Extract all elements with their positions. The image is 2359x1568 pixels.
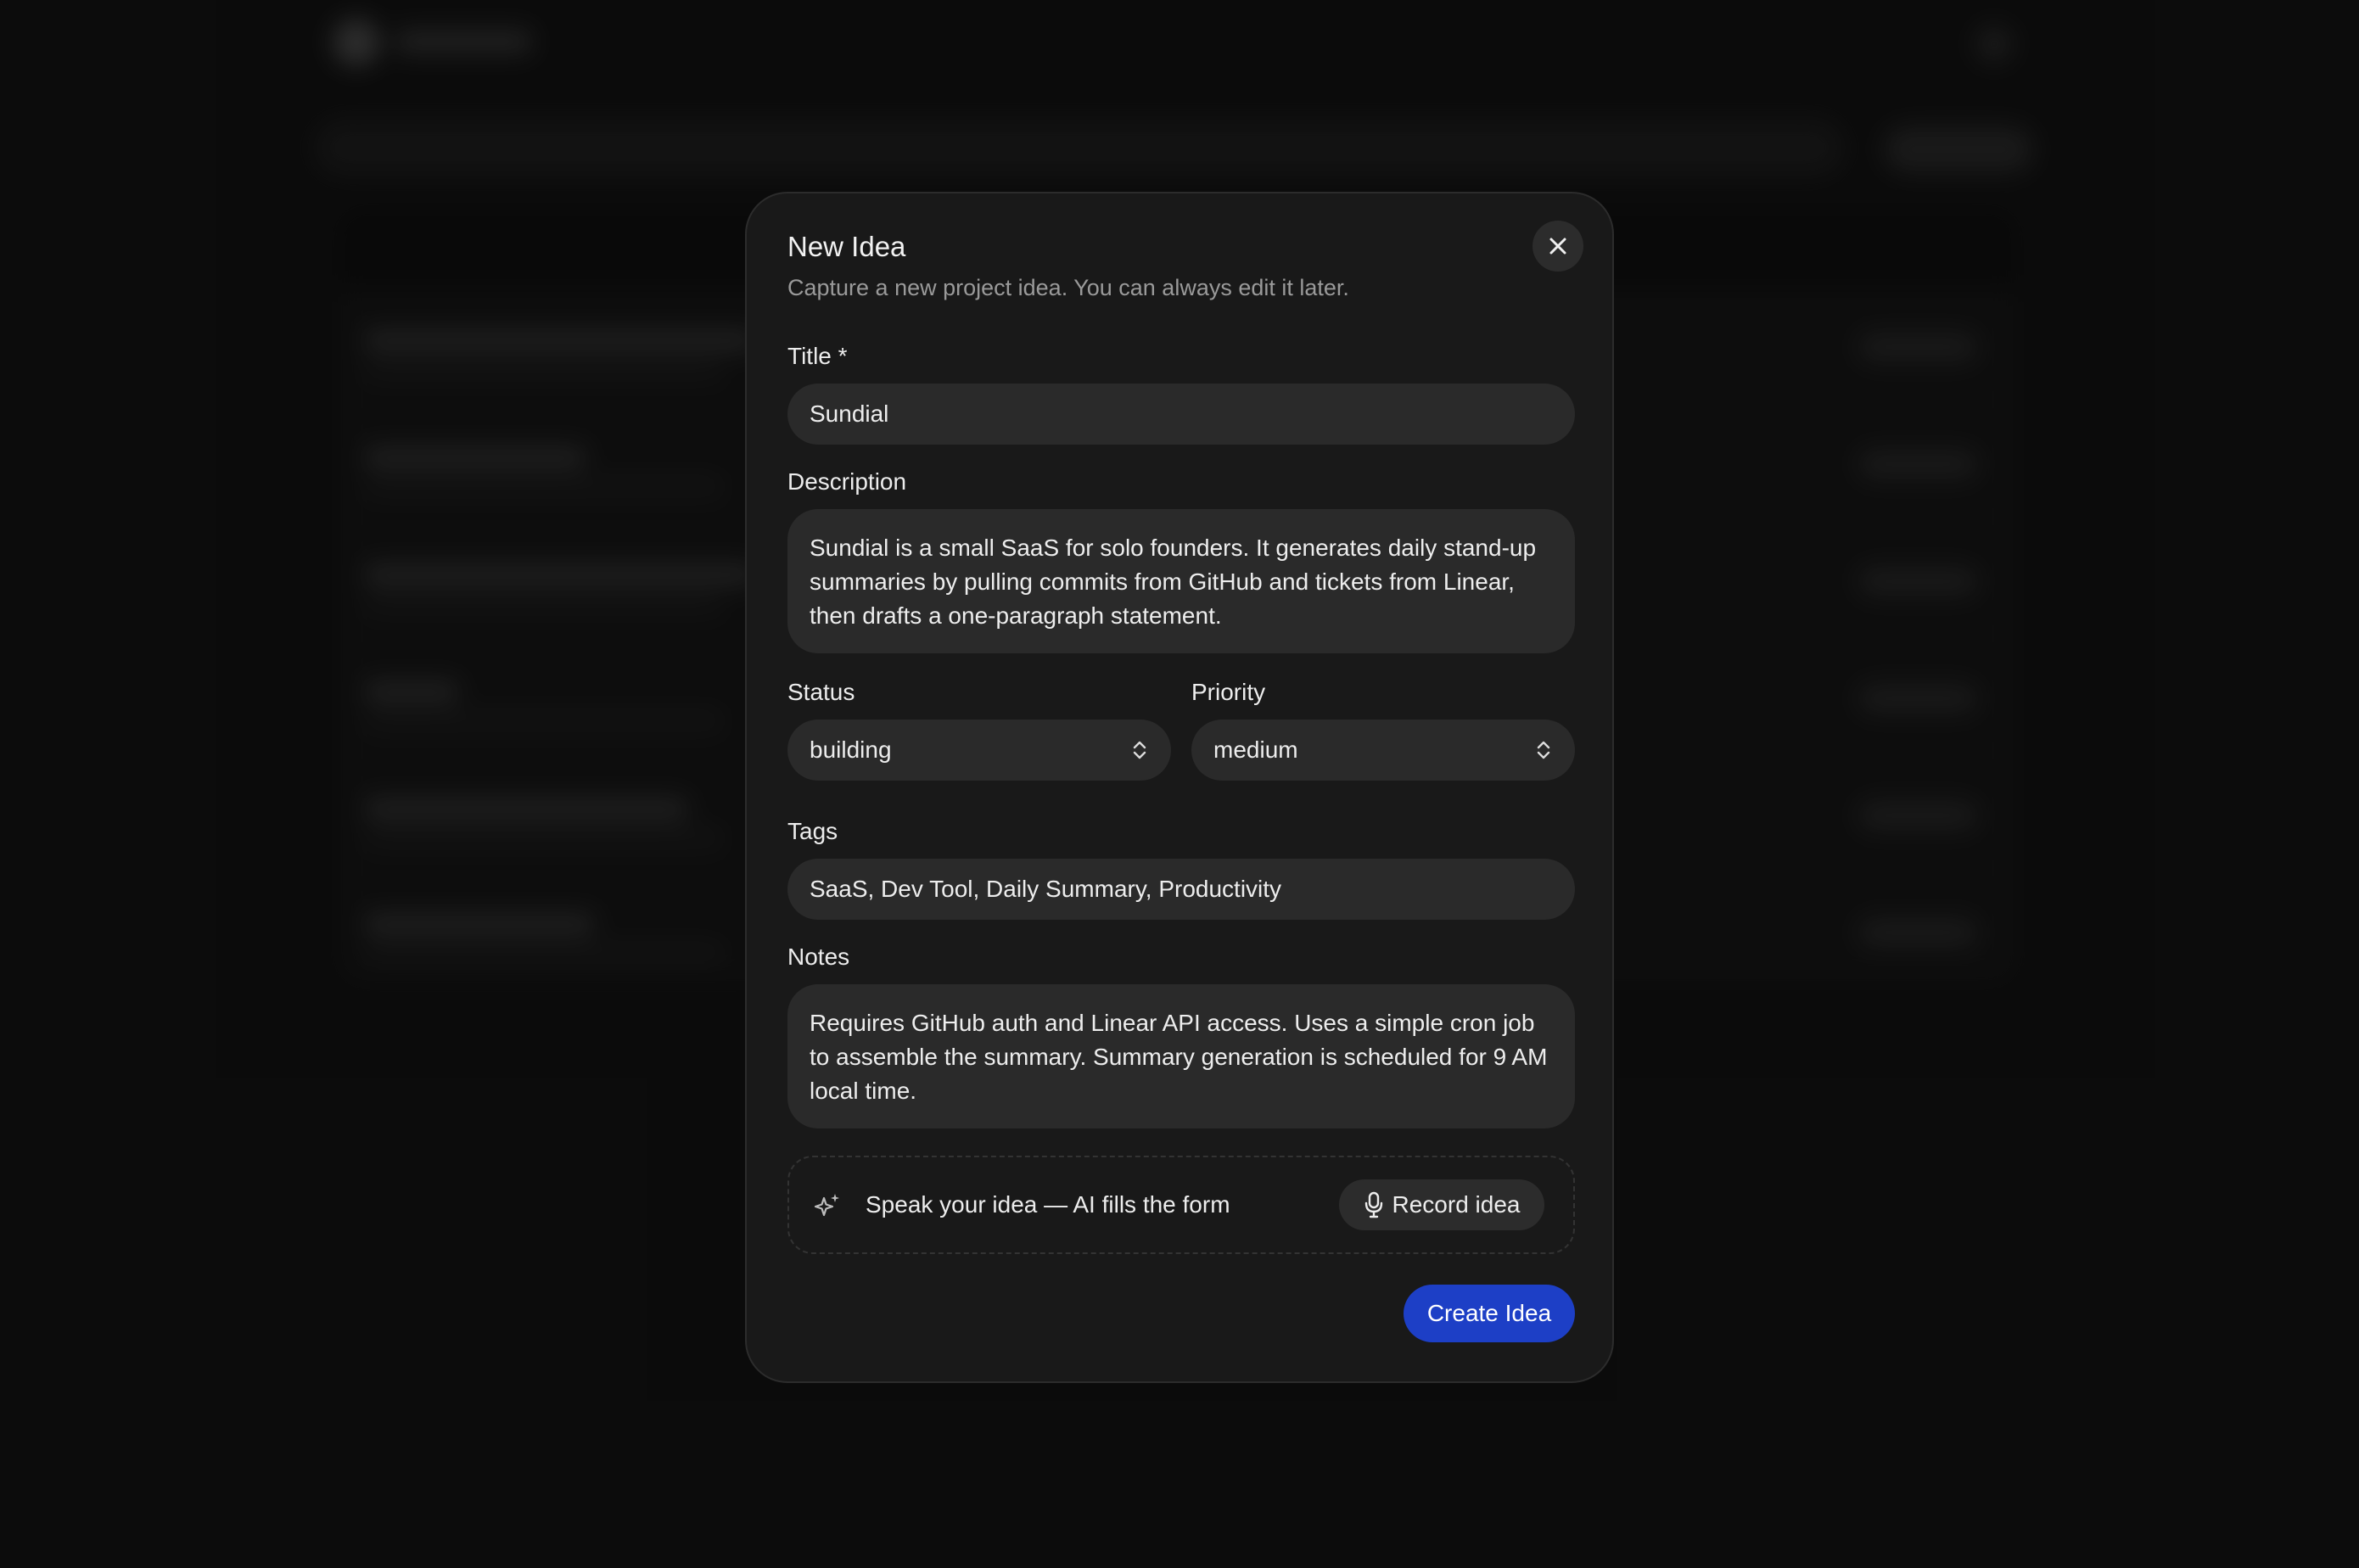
tags-input[interactable]: SaaS, Dev Tool, Daily Summary, Productiv… bbox=[787, 859, 1575, 920]
description-label: Description bbox=[787, 468, 907, 495]
record-idea-button[interactable]: Record idea bbox=[1339, 1179, 1544, 1230]
record-idea-label: Record idea bbox=[1392, 1191, 1521, 1218]
close-icon bbox=[1549, 238, 1566, 255]
title-input[interactable]: Sundial bbox=[787, 384, 1575, 445]
description-value: Sundial is a small SaaS for solo founder… bbox=[810, 535, 1537, 629]
create-idea-button[interactable]: Create Idea bbox=[1404, 1285, 1575, 1342]
notes-label: Notes bbox=[787, 944, 850, 970]
close-button[interactable] bbox=[1533, 221, 1583, 272]
dialog-title: New Idea bbox=[787, 231, 906, 262]
tags-value: SaaS, Dev Tool, Daily Summary, Productiv… bbox=[810, 876, 1282, 902]
voice-prompt: Speak your idea — AI fills the form bbox=[866, 1191, 1230, 1218]
microphone-icon bbox=[1364, 1191, 1382, 1218]
status-select[interactable]: building bbox=[787, 720, 1171, 781]
status-label: Status bbox=[787, 679, 855, 705]
priority-value: medium bbox=[1213, 736, 1298, 763]
notes-textarea[interactable]: Requires GitHub auth and Linear API acce… bbox=[787, 984, 1575, 1128]
notes-value: Requires GitHub auth and Linear API acce… bbox=[810, 1010, 1548, 1104]
title-label: Title * bbox=[787, 343, 848, 369]
voice-capture-panel: Speak your idea — AI fills the form Reco… bbox=[787, 1156, 1575, 1254]
dialog-subtitle: Capture a new project idea. You can alwa… bbox=[787, 275, 1349, 300]
description-textarea[interactable]: Sundial is a small SaaS for solo founder… bbox=[787, 509, 1575, 653]
chevron-up-down-icon bbox=[1537, 741, 1550, 759]
status-value: building bbox=[810, 736, 892, 763]
chevron-up-down-icon bbox=[1133, 741, 1146, 759]
priority-select[interactable]: medium bbox=[1191, 720, 1575, 781]
priority-label: Priority bbox=[1191, 679, 1266, 705]
sparkle-icon bbox=[814, 1194, 839, 1217]
new-idea-dialog: New Idea Capture a new project idea. You… bbox=[745, 192, 1614, 1383]
tags-label: Tags bbox=[787, 818, 838, 844]
title-value: Sundial bbox=[810, 400, 889, 427]
